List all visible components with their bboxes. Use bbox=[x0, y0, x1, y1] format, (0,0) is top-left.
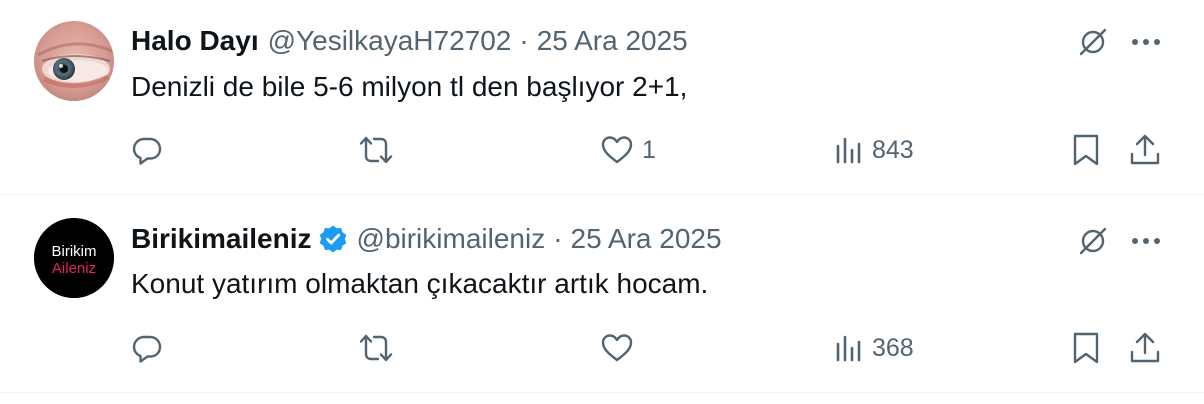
eye-photo-avatar-icon bbox=[34, 21, 114, 101]
views-count: 843 bbox=[872, 135, 914, 164]
tweet[interactable]: Halo Dayı @YesilkayaH72702 · 25 Ara 2025… bbox=[0, 0, 1204, 194]
share-button[interactable] bbox=[1128, 328, 1162, 368]
views-button[interactable]: 843 bbox=[834, 130, 914, 170]
tweet-header: Birikimaileniz @birikimaileniz · 25 Ara … bbox=[131, 222, 722, 256]
retweet-icon bbox=[359, 334, 393, 362]
tweet-header: Halo Dayı @YesilkayaH72702 · 25 Ara 2025 bbox=[131, 24, 688, 58]
divider bbox=[0, 392, 1204, 393]
retweet-button[interactable] bbox=[358, 130, 402, 170]
grok-button[interactable] bbox=[1076, 25, 1110, 59]
display-name[interactable]: Halo Dayı bbox=[131, 24, 259, 58]
views-icon bbox=[836, 335, 861, 362]
reply-icon bbox=[132, 335, 162, 363]
tweet-date[interactable]: 25 Ara 2025 bbox=[571, 222, 722, 256]
verified-badge-icon[interactable] bbox=[318, 224, 348, 254]
avatar-line-2: Aileniz bbox=[52, 260, 96, 277]
reply-icon bbox=[132, 137, 162, 165]
tweet-text: Denizli de bile 5-6 milyon tl den başlıy… bbox=[131, 71, 688, 102]
brand-logo-avatar: Birikim Aileniz bbox=[34, 218, 114, 298]
grok-icon bbox=[1079, 227, 1107, 255]
views-button[interactable]: 368 bbox=[834, 328, 914, 368]
reply-button[interactable] bbox=[131, 130, 171, 170]
views-count: 368 bbox=[872, 333, 914, 362]
grok-icon bbox=[1079, 28, 1107, 56]
retweet-icon bbox=[359, 136, 393, 164]
avatar[interactable]: Birikim Aileniz bbox=[34, 218, 114, 298]
heart-icon bbox=[601, 136, 633, 164]
like-button[interactable]: 1 bbox=[600, 130, 656, 170]
display-name[interactable]: Birikimaileniz bbox=[131, 222, 312, 256]
like-button[interactable] bbox=[600, 328, 642, 368]
share-button[interactable] bbox=[1128, 130, 1162, 170]
bookmark-icon bbox=[1073, 134, 1099, 166]
bookmark-button[interactable] bbox=[1070, 328, 1102, 368]
more-button[interactable] bbox=[1128, 224, 1164, 258]
reply-button[interactable] bbox=[131, 328, 171, 368]
share-icon bbox=[1130, 332, 1160, 363]
bookmark-icon bbox=[1073, 332, 1099, 364]
user-handle[interactable]: @YesilkayaH72702 bbox=[268, 24, 512, 58]
retweet-button[interactable] bbox=[358, 328, 402, 368]
bookmark-button[interactable] bbox=[1070, 130, 1102, 170]
tweet-text: Konut yatırım olmaktan çıkacaktır artık … bbox=[131, 268, 709, 299]
tweet[interactable]: Birikim Aileniz Birikimaileniz @birikima… bbox=[0, 195, 1204, 392]
user-handle[interactable]: @birikimaileniz bbox=[357, 222, 546, 256]
share-icon bbox=[1130, 134, 1160, 165]
more-icon bbox=[1132, 238, 1160, 244]
avatar-line-1: Birikim bbox=[52, 243, 97, 260]
tweet-date[interactable]: 25 Ara 2025 bbox=[537, 24, 688, 58]
grok-button[interactable] bbox=[1076, 224, 1110, 258]
views-icon bbox=[836, 137, 861, 164]
tweet-actions: 368 bbox=[0, 328, 1204, 368]
tweet-actions: 1 843 bbox=[0, 130, 1204, 170]
avatar[interactable] bbox=[34, 21, 114, 101]
heart-icon bbox=[601, 334, 633, 362]
separator: · bbox=[553, 223, 563, 254]
like-count: 1 bbox=[642, 135, 656, 164]
more-icon bbox=[1132, 39, 1160, 45]
more-button[interactable] bbox=[1128, 25, 1164, 59]
separator: · bbox=[519, 25, 529, 56]
